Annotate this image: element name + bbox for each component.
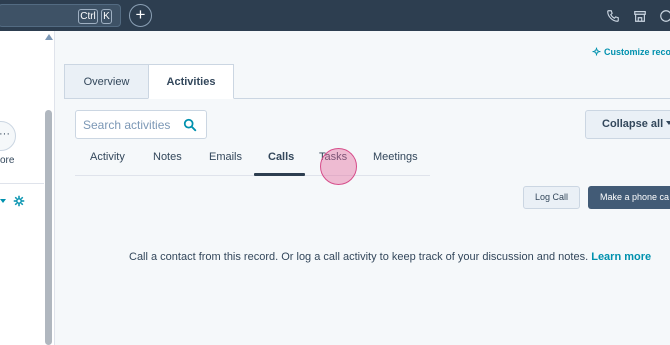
learn-more-link[interactable]: Learn more <box>591 251 651 263</box>
log-call-button[interactable]: Log Call <box>523 186 580 209</box>
gear-icon[interactable] <box>13 195 25 207</box>
empty-state-text: Call a contact from this record. Or log … <box>129 251 589 263</box>
subtab-emails[interactable]: Emails <box>209 151 242 163</box>
more-actions-button[interactable]: ··· <box>0 121 16 151</box>
help-icon[interactable] <box>659 9 670 23</box>
caret-down-icon <box>666 121 670 125</box>
gear-icon <box>592 47 601 56</box>
tab-activities[interactable]: Activities <box>148 64 234 99</box>
chevron-down-icon[interactable] <box>0 199 6 203</box>
top-nav-bar: Ctrl K + <box>0 0 670 31</box>
more-actions-label: ore <box>0 155 15 166</box>
phone-icon[interactable] <box>606 9 620 23</box>
make-phone-call-button[interactable]: Make a phone ca <box>588 186 670 209</box>
customize-record-label: Customize reco <box>604 47 670 57</box>
shortcut-k-key: K <box>101 9 112 24</box>
active-subtab-indicator <box>254 173 305 176</box>
search-activities-input[interactable] <box>83 111 183 138</box>
sidebar-divider <box>0 183 44 184</box>
click-marker <box>320 148 357 185</box>
subtab-divider <box>75 175 430 176</box>
customize-record-link[interactable]: Customize reco <box>592 47 670 57</box>
create-new-button[interactable]: + <box>129 4 152 27</box>
global-search-box[interactable]: Ctrl K <box>0 4 121 27</box>
collapse-all-button[interactable]: Collapse all <box>585 110 670 139</box>
search-icon[interactable] <box>183 118 197 132</box>
tab-overview[interactable]: Overview <box>64 64 149 99</box>
subtab-notes[interactable]: Notes <box>153 151 182 163</box>
collapse-all-label: Collapse all <box>602 118 664 130</box>
subtab-meetings[interactable]: Meetings <box>373 151 418 163</box>
calls-empty-state: Call a contact from this record. Or log … <box>129 251 651 263</box>
record-sidebar: ··· ore <box>0 31 55 345</box>
subtab-calls[interactable]: Calls <box>268 151 294 163</box>
marketplace-icon[interactable] <box>633 9 647 23</box>
shortcut-ctrl-key: Ctrl <box>78 9 98 24</box>
subtab-activity[interactable]: Activity <box>90 151 125 163</box>
scroll-up-arrow-icon[interactable] <box>45 34 53 40</box>
sidebar-scrollbar[interactable] <box>45 110 52 345</box>
activity-search <box>75 110 207 139</box>
ellipsis-icon: ··· <box>0 128 10 140</box>
